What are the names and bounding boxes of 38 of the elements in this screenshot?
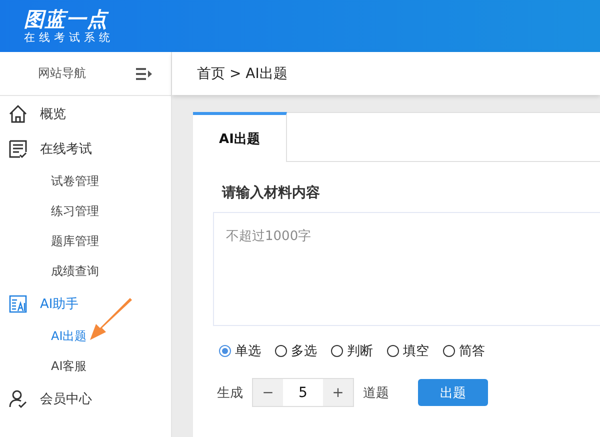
number-stepper[interactable]: − 5 + — [252, 378, 354, 407]
sidebar-item[interactable]: AI助手 — [40, 294, 79, 312]
home-icon — [8, 104, 28, 124]
menu-collapse-icon[interactable] — [135, 66, 153, 80]
radio-option[interactable]: 判断 — [331, 342, 373, 360]
breadcrumb: 首页 > AI出题 — [197, 64, 288, 82]
sidebar-item[interactable]: 会员中心 — [40, 390, 92, 408]
sidebar-subitem[interactable]: AI出题 — [51, 328, 87, 344]
radio-option[interactable]: 单选 — [219, 342, 261, 360]
sidebar-item[interactable]: 在线考试 — [40, 140, 92, 158]
logo-subtitle: 在线考试系统 — [24, 31, 115, 45]
increment-button[interactable]: + — [323, 379, 353, 406]
radio-option[interactable]: 填空 — [387, 342, 429, 360]
radio-icon[interactable] — [331, 345, 343, 357]
sidebar-item[interactable]: 概览 — [40, 104, 66, 122]
generate-button[interactable]: 出题 — [418, 379, 488, 406]
checklist-icon — [8, 138, 28, 158]
radio-option[interactable]: 多选 — [275, 342, 317, 360]
radio-icon[interactable] — [219, 345, 231, 357]
material-input-field[interactable]: 不超过1000字 — [213, 212, 600, 326]
field-label: 请输入材料内容 — [222, 184, 321, 202]
sidebar-title: 网站导航 — [38, 65, 86, 82]
sidebar-subitem[interactable]: 练习管理 — [51, 202, 99, 220]
ai-document-icon — [8, 294, 28, 314]
suffix-label: 道题 — [363, 384, 389, 402]
sidebar-subitem[interactable]: 题库管理 — [51, 232, 99, 250]
tab[interactable]: AI出题 — [193, 112, 287, 162]
sidebar-subitem[interactable]: 试卷管理 — [51, 172, 99, 190]
radio-icon[interactable] — [275, 345, 287, 357]
sidebar-subitem[interactable]: AI客服 — [51, 358, 87, 374]
radio-option[interactable]: 简答 — [443, 342, 485, 360]
user-icon — [8, 388, 28, 408]
radio-icon[interactable] — [443, 345, 455, 357]
prefix-label: 生成 — [217, 384, 243, 402]
logo-title: 图蓝一点 — [24, 7, 110, 31]
radio-icon[interactable] — [387, 345, 399, 357]
sidebar-subitem[interactable]: 成绩查询 — [51, 262, 99, 280]
decrement-button[interactable]: − — [253, 379, 283, 406]
